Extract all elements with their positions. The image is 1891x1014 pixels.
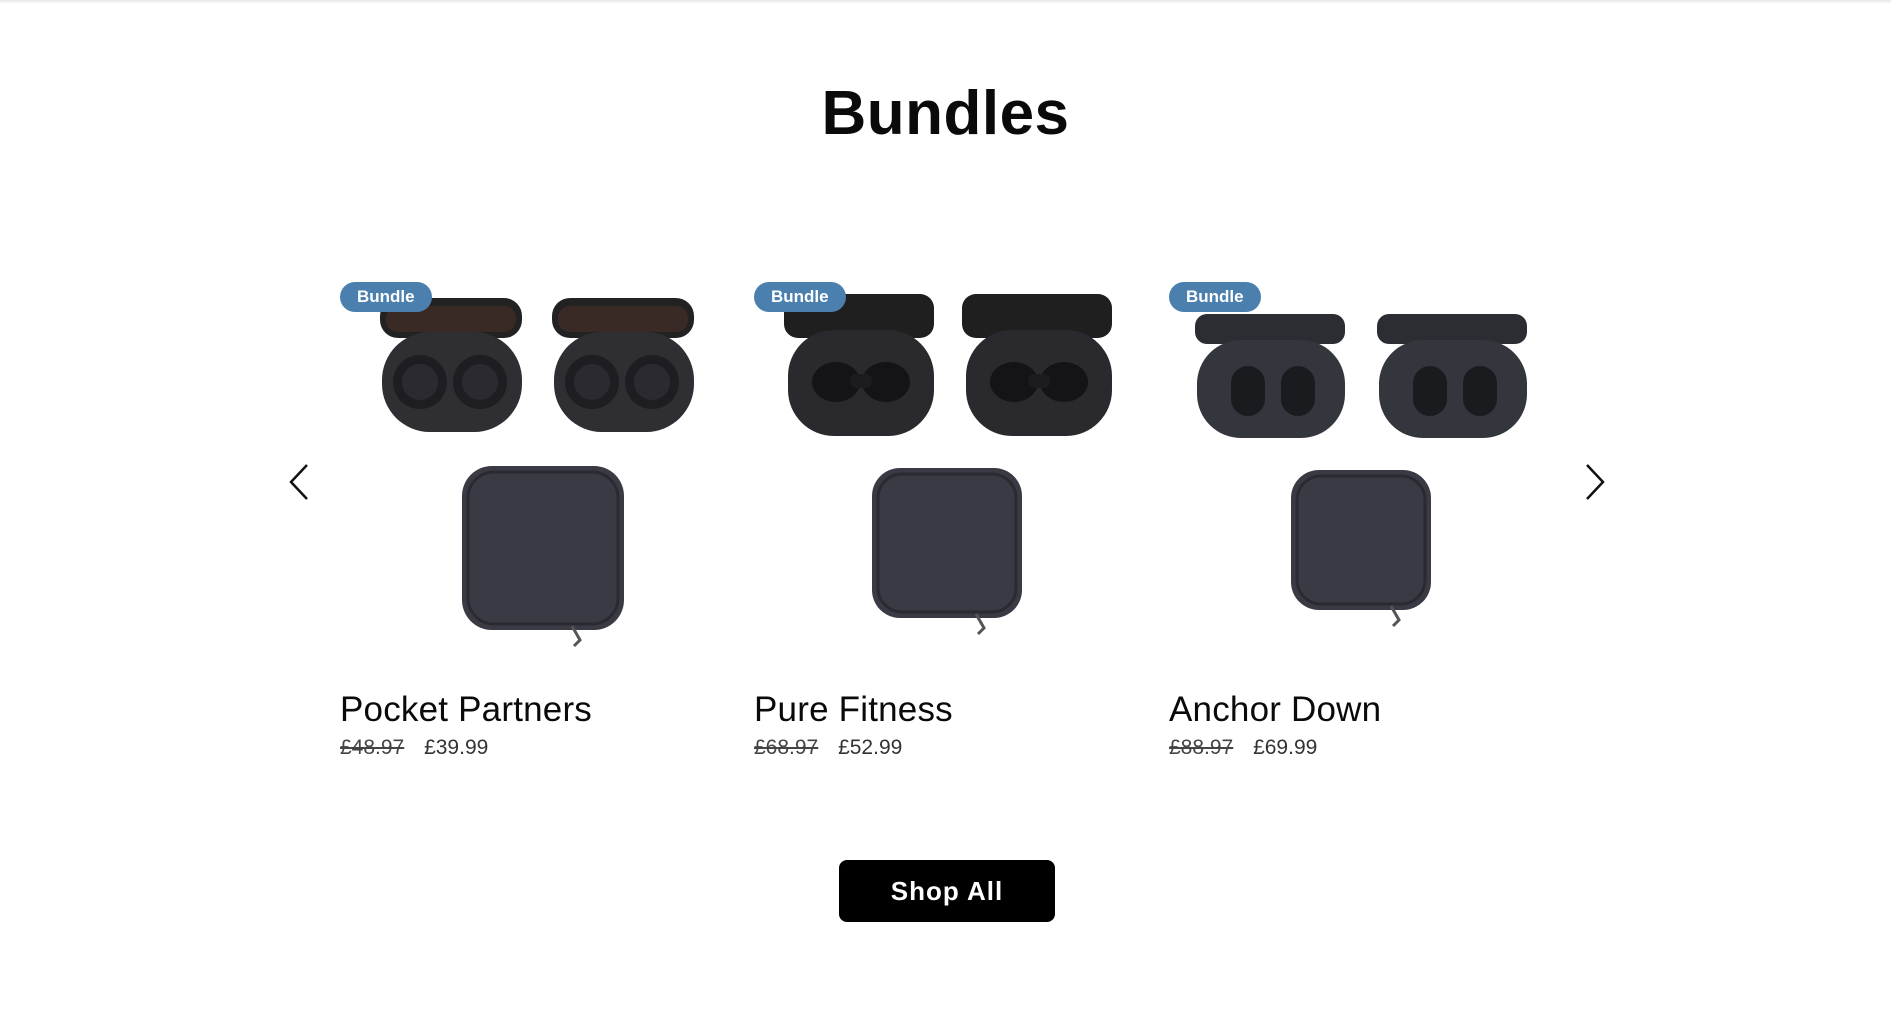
sale-price: £39.99 <box>424 736 489 759</box>
earbuds-bundle-image[interactable] <box>1169 270 1549 670</box>
price-row: £68.97 £52.99 <box>754 736 902 760</box>
sale-price: £52.99 <box>838 736 903 759</box>
section-title: Bundles <box>821 79 1070 148</box>
bundle-badge: Bundle <box>754 282 846 312</box>
product-name[interactable]: Anchor Down <box>1169 690 1381 730</box>
earbuds-bundle-image[interactable] <box>754 270 1134 670</box>
header-divider <box>0 0 1891 4</box>
original-price: £48.97 <box>340 736 405 759</box>
product-card[interactable]: Bundle Anchor Down £88.97 £69.99 <box>1169 270 1549 780</box>
price-row: £88.97 £69.99 <box>1169 736 1317 760</box>
original-price: £88.97 <box>1169 736 1234 759</box>
bundle-badge: Bundle <box>340 282 432 312</box>
original-price: £68.97 <box>754 736 819 759</box>
chevron-left-icon <box>289 464 308 500</box>
earbuds-bundle-image[interactable] <box>340 270 720 670</box>
product-card[interactable]: Bundle Pocket Partners £48.97 £39.99 <box>340 270 720 780</box>
carousel-prev-button[interactable] <box>279 452 319 512</box>
bundle-badge: Bundle <box>1169 282 1261 312</box>
product-carousel: Bundle Pocket Partners £48.97 £39.99 Bun… <box>0 270 1891 790</box>
product-name[interactable]: Pocket Partners <box>340 690 592 730</box>
shop-all-button[interactable]: Shop All <box>839 860 1055 922</box>
carousel-next-button[interactable] <box>1575 452 1615 512</box>
chevron-right-icon <box>1586 464 1605 500</box>
price-row: £48.97 £39.99 <box>340 736 488 760</box>
product-name[interactable]: Pure Fitness <box>754 690 953 730</box>
sale-price: £69.99 <box>1253 736 1318 759</box>
product-card[interactable]: Bundle Pure Fitness £68.97 £52.99 <box>754 270 1134 780</box>
